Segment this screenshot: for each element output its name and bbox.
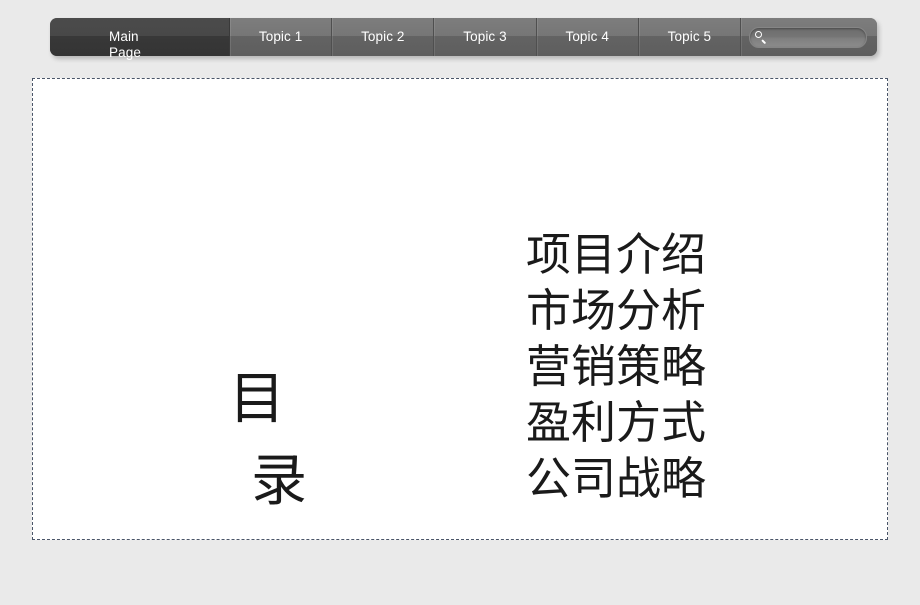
tab-main-page-label: Main Page xyxy=(109,29,141,60)
slide-title-line-1: 目 xyxy=(229,369,285,431)
slide-title: 目 录 xyxy=(229,277,325,605)
tab-topic-5[interactable]: Topic 5 xyxy=(638,18,742,56)
tab-topic-3-label: Topic 3 xyxy=(463,29,507,44)
list-item: 项目介绍 xyxy=(525,230,706,280)
tab-bar: Main Page Topic 1 Topic 2 Topic 3 Topic … xyxy=(50,18,878,60)
search-box[interactable] xyxy=(749,26,868,48)
tab-topic-2[interactable]: Topic 2 xyxy=(332,18,435,56)
table-of-contents-list: 项目介绍 市场分析 营销策略 盈利方式 公司战略 xyxy=(516,227,716,507)
tab-main-page[interactable]: Main Page xyxy=(50,18,230,60)
tab-topic-1-label: Topic 1 xyxy=(258,29,303,44)
tab-topic-1[interactable]: Topic 1 xyxy=(230,18,333,56)
search-input[interactable] xyxy=(767,29,867,45)
list-item: 公司战略 xyxy=(525,454,706,504)
slide-title-line-2: 录 xyxy=(251,451,307,513)
search-icon xyxy=(755,31,767,43)
tab-topic-4[interactable]: Topic 4 xyxy=(536,18,639,56)
slide-canvas: 目 录 项目介绍 市场分析 营销策略 盈利方式 公司战略 xyxy=(32,78,888,540)
search-area xyxy=(741,18,878,56)
tab-topic-5-label: Topic 5 xyxy=(667,29,712,44)
list-item: 市场分析 xyxy=(525,286,706,336)
tab-topic-4-label: Topic 4 xyxy=(565,29,609,44)
tab-topic-2-label: Topic 2 xyxy=(361,29,405,44)
list-item: 营销策略 xyxy=(525,342,706,392)
tab-topic-3[interactable]: Topic 3 xyxy=(434,18,537,56)
list-item: 盈利方式 xyxy=(525,398,706,448)
